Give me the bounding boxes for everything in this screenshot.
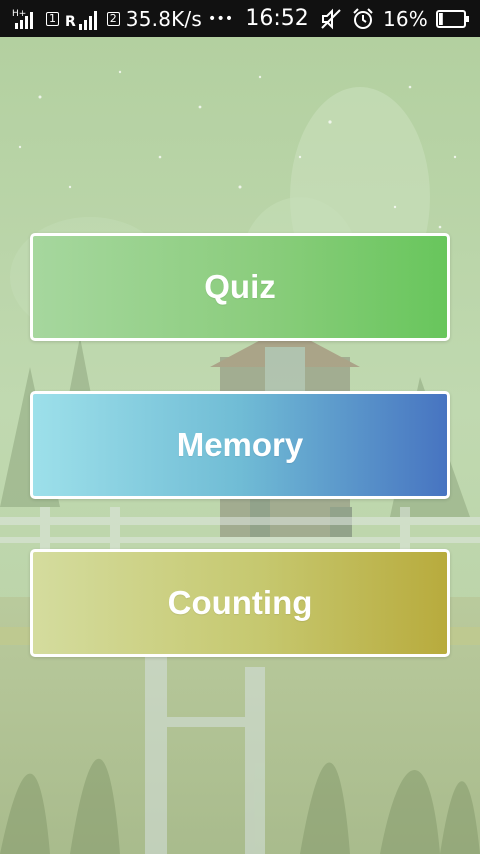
quiz-button[interactable]: Quiz [30,233,450,341]
memory-button[interactable]: Memory [30,391,450,499]
signal-icon: H+ [12,7,40,31]
counting-button[interactable]: Counting [30,549,450,657]
quiz-button-label: Quiz [204,268,276,305]
mute-icon [319,7,343,31]
roaming-label: R [65,13,76,30]
more-notifications-indicator: ••• [208,10,234,27]
sim1-badge: 1 [46,11,59,26]
memory-button-label: Memory [176,426,304,463]
battery-icon [436,9,470,29]
clock: 16:52 [245,6,309,31]
alarm-icon [351,7,375,31]
status-right-group: 16% [319,7,470,31]
status-bar: H+ 1 R 2 35.8K/s ••• 16:52 16% [0,0,480,37]
network-type-label: H+ [12,9,26,19]
counting-button-label: Counting [167,584,313,621]
signal-roaming-icon: R [65,8,101,30]
battery-percent: 16% [382,6,428,31]
network-speed: 35.8K/s [125,6,202,31]
status-left-group: H+ 1 R 2 35.8K/s ••• 16:52 [12,6,309,31]
sim2-badge: 2 [106,11,120,26]
